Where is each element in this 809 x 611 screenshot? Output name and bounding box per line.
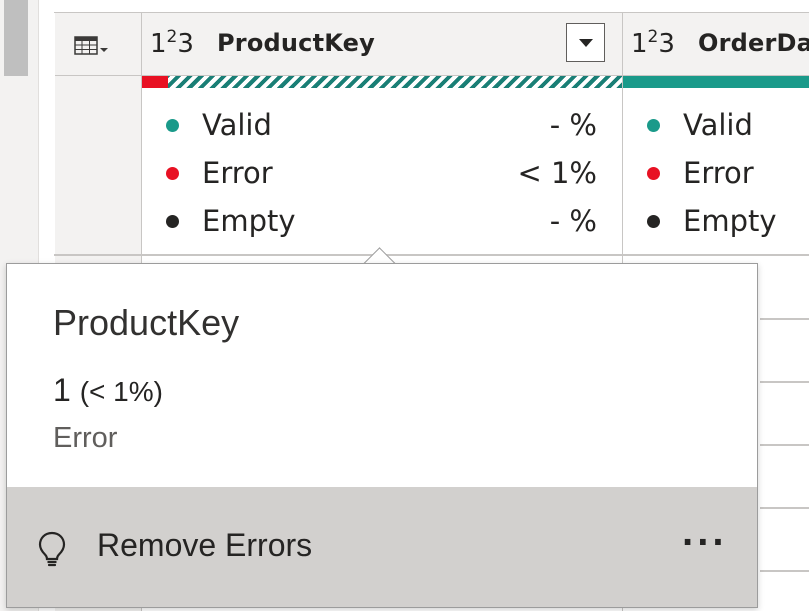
column-quality-bar[interactable] [142,76,622,88]
quality-row-valid: Valid [623,103,809,147]
quality-label: Error [683,156,754,190]
column-filter-dropdown[interactable] [566,23,605,62]
quality-tooltip: ProductKey 1 (< 1%) Error Remove Errors … [6,263,758,608]
lightbulb-icon [38,531,66,567]
column-title: OrderDa [698,29,809,57]
quality-bar-valid-segment [168,76,622,88]
quality-label: Empty [202,204,296,238]
table-corner-button[interactable] [55,13,142,76]
row-divider [760,381,809,383]
more-options-button[interactable]: ··· [682,523,727,561]
quality-row-error[interactable]: Error < 1% [142,151,622,195]
tooltip-count-percent: (< 1%) [79,376,163,407]
column-quality-bar[interactable] [623,76,809,88]
row-divider [760,570,809,572]
quality-row-valid: Valid - % [142,103,622,147]
error-dot-icon [647,167,660,180]
tooltip-kind: Error [53,422,118,454]
tooltip-action-bar[interactable]: Remove Errors ··· [7,487,757,607]
empty-dot-icon [647,215,660,228]
chevron-down-icon [579,39,593,47]
whole-number-type-icon[interactable]: 123 [150,27,194,59]
error-dot-icon [166,167,179,180]
tooltip-count-value: 1 [53,372,71,408]
column-title: ProductKey [217,29,375,57]
table-icon [74,36,108,55]
row-divider [760,318,809,320]
row-divider [54,254,809,256]
column-header-orderdate[interactable]: 123 OrderDa [623,13,809,76]
quality-percent: - % [549,204,597,238]
quality-bar-error-segment [142,76,168,88]
quality-row-empty: Empty - % [142,199,622,243]
quality-label: Valid [683,108,753,142]
whole-number-type-icon[interactable]: 123 [631,27,675,59]
quality-row-error: Error [623,151,809,195]
tooltip-title: ProductKey [53,302,240,343]
row-divider [760,444,809,446]
quality-label: Empty [683,204,777,238]
remove-errors-button[interactable]: Remove Errors [97,527,312,564]
tooltip-count: 1 (< 1%) [53,372,163,409]
quality-label: Valid [202,108,272,142]
quality-percent: < 1% [517,156,597,190]
valid-dot-icon [166,119,179,132]
valid-dot-icon [647,119,660,132]
quality-percent: - % [549,108,597,142]
quality-label: Error [202,156,273,190]
empty-dot-icon [166,215,179,228]
scrollbar-thumb[interactable] [4,0,28,76]
quality-row-empty: Empty [623,199,809,243]
column-header-productkey[interactable]: 123 ProductKey [142,13,622,76]
row-divider [760,507,809,509]
